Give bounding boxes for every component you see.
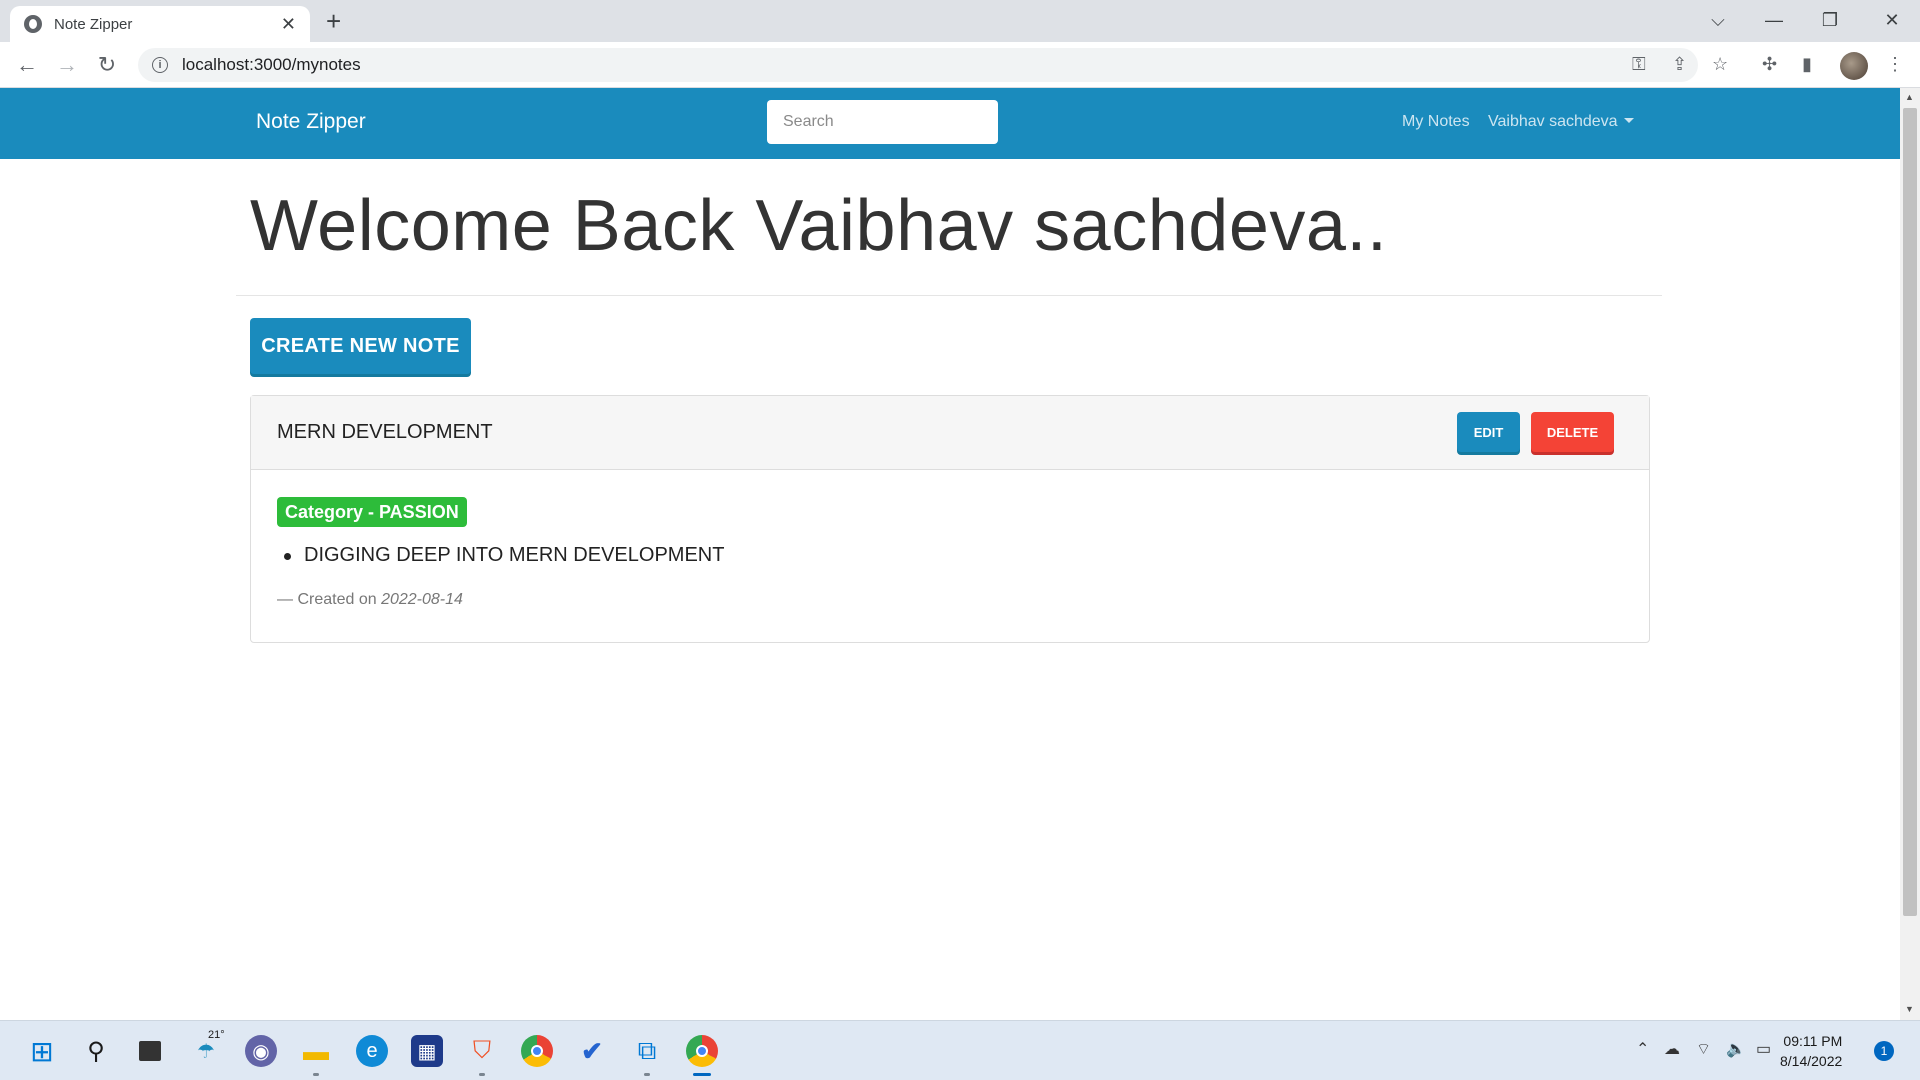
browser-toolbar: ← → ↻ i localhost:3000/mynotes ⚿ ⇪ ☆ ✣ ▮…: [0, 42, 1920, 88]
scroll-up-icon[interactable]: ▲: [1905, 92, 1914, 102]
side-panel-icon[interactable]: ▮: [1802, 54, 1812, 75]
delete-button[interactable]: DELETE: [1531, 412, 1614, 452]
weather-temp: 21°: [208, 1029, 225, 1041]
forward-icon[interactable]: →: [52, 50, 82, 80]
scroll-down-icon[interactable]: ▼: [1905, 1004, 1914, 1014]
clock-time: 09:11 PM: [1783, 1033, 1843, 1049]
note-title[interactable]: MERN DEVELOPMENT: [277, 421, 493, 444]
task-view-icon[interactable]: [134, 1035, 166, 1067]
user-dropdown[interactable]: Vaibhav sachdeva: [1488, 113, 1634, 131]
chevron-up-icon[interactable]: ⌃: [1636, 1039, 1649, 1059]
divider: [236, 295, 1662, 296]
clock-date: 8/14/2022: [1780, 1053, 1843, 1069]
search-icon[interactable]: ⚲: [80, 1035, 112, 1067]
chrome-active-icon[interactable]: [686, 1035, 718, 1067]
brand-link[interactable]: Note Zipper: [256, 110, 366, 134]
task-view-shape: [139, 1041, 161, 1061]
extensions-icon[interactable]: ✣: [1762, 54, 1777, 75]
chrome-center: [531, 1045, 543, 1057]
scroll-thumb[interactable]: [1903, 108, 1917, 916]
key-icon[interactable]: ⚿: [1632, 54, 1646, 75]
my-notes-link[interactable]: My Notes: [1402, 113, 1470, 131]
reload-icon[interactable]: ↻: [92, 50, 122, 80]
chrome-icon[interactable]: [521, 1035, 553, 1067]
back-icon[interactable]: ←: [12, 50, 42, 80]
running-indicator: [313, 1073, 319, 1076]
wifi-icon[interactable]: ⌔: [1696, 1039, 1711, 1059]
browser-tab-bar: Note Zipper ✕ + ⌵ — ❐ ✕: [0, 0, 1920, 42]
close-window-button[interactable]: ✕: [1864, 0, 1920, 40]
todo-icon[interactable]: ✔: [576, 1035, 608, 1067]
tab-title: Note Zipper: [54, 15, 133, 33]
search-input[interactable]: [767, 100, 998, 144]
restore-button[interactable]: ❐: [1802, 0, 1858, 40]
brave-icon[interactable]: ⛉: [466, 1035, 498, 1067]
browser-tab[interactable]: Note Zipper ✕: [10, 6, 310, 42]
running-indicator: [479, 1073, 485, 1076]
category-badge: Category - PASSION: [277, 497, 467, 527]
web-page: Note Zipper My Notes Vaibhav sachdeva We…: [0, 88, 1900, 1020]
created-prefix: — Created on: [277, 591, 377, 608]
volume-icon[interactable]: 🔈: [1726, 1039, 1746, 1059]
caret-down-icon: [1623, 118, 1634, 123]
created-date-value: 2022-08-14: [381, 591, 463, 608]
minimize-button[interactable]: —: [1746, 0, 1802, 40]
new-tab-button[interactable]: +: [326, 6, 341, 36]
bookmark-star-icon[interactable]: ☆: [1712, 54, 1728, 75]
file-explorer-icon[interactable]: ▬: [300, 1035, 332, 1067]
vscode-icon[interactable]: ⧉: [631, 1035, 663, 1067]
cloud-icon[interactable]: ☁: [1664, 1039, 1680, 1059]
globe-icon: [24, 15, 42, 33]
menu-icon[interactable]: ⋮: [1886, 54, 1904, 75]
profile-avatar[interactable]: [1840, 52, 1868, 80]
user-name: Vaibhav sachdeva: [1488, 113, 1618, 130]
app-navbar: Note Zipper My Notes Vaibhav sachdeva: [0, 88, 1900, 159]
page-title: Welcome Back Vaibhav sachdeva..: [250, 186, 1388, 266]
windows-start-icon[interactable]: ⊞: [26, 1035, 58, 1067]
note-card: MERN DEVELOPMENT EDIT DELETE Category - …: [250, 395, 1650, 643]
edge-icon[interactable]: e: [356, 1035, 388, 1067]
address-bar[interactable]: i localhost:3000/mynotes: [138, 48, 1698, 82]
weather-icon[interactable]: ☂ 21°: [190, 1029, 225, 1067]
note-content: DIGGING DEEP INTO MERN DEVELOPMENT: [283, 544, 725, 566]
share-icon[interactable]: ⇪: [1672, 54, 1687, 75]
chrome-active-center: [696, 1045, 708, 1057]
active-app-indicator: [693, 1073, 711, 1076]
taskbar-clock[interactable]: 09:11 PM 8/14/2022: [1780, 1031, 1842, 1071]
battery-icon[interactable]: ▭: [1756, 1039, 1771, 1059]
info-icon[interactable]: i: [152, 57, 168, 73]
teams-chat-icon[interactable]: ◉: [245, 1035, 277, 1067]
url-text[interactable]: localhost:3000/mynotes: [182, 55, 361, 75]
windows-taskbar: ⊞ ⚲ ☂ 21° ◉ ▬ e ▦ ⛉ ✔ ⧉ ⌃ ☁ ⌔ 🔈 ▭ 09:11 P…: [0, 1020, 1920, 1080]
create-note-button[interactable]: CREATE NEW NOTE: [250, 318, 471, 374]
store-icon[interactable]: ▦: [411, 1035, 443, 1067]
close-tab-icon[interactable]: ✕: [281, 14, 296, 35]
running-indicator: [644, 1073, 650, 1076]
created-date: — Created on 2022-08-14: [277, 591, 463, 609]
note-card-header[interactable]: MERN DEVELOPMENT EDIT DELETE: [251, 396, 1649, 470]
edit-button[interactable]: EDIT: [1457, 412, 1520, 452]
tab-search-icon[interactable]: ⌵: [1690, 0, 1746, 40]
notification-badge[interactable]: 1: [1874, 1041, 1894, 1061]
